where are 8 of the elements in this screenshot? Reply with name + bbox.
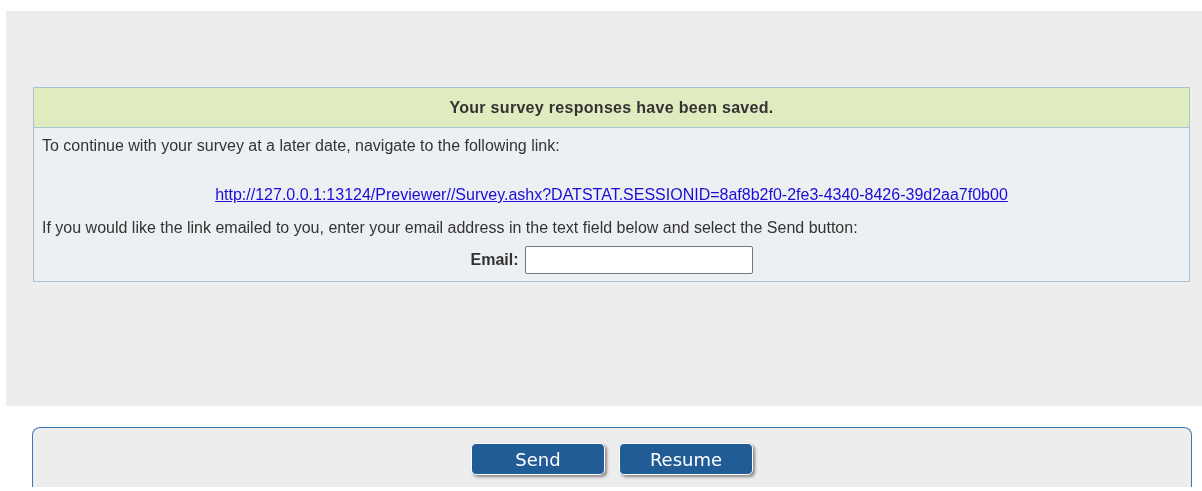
panel-heading: Your survey responses have been saved.	[34, 88, 1189, 128]
resume-button[interactable]: Resume	[619, 443, 753, 475]
intro-text: To continue with your survey at a later date, navigate to the following link:	[42, 136, 561, 156]
send-button[interactable]: Send	[471, 443, 605, 475]
email-prompt: If you would like the link emailed to you, enter your email address in the text field below and select the Send button:	[42, 218, 859, 238]
email-field[interactable]	[524, 246, 753, 274]
resume-link[interactable]: http://127.0.0.1:13124/Previewer//Survey.ashx?DATSTAT.SESSIONID=8af8b2f0-2fe3-4340-8426-39d2aa7f0b00	[215, 186, 1008, 203]
email-label: Email:	[470, 251, 519, 269]
